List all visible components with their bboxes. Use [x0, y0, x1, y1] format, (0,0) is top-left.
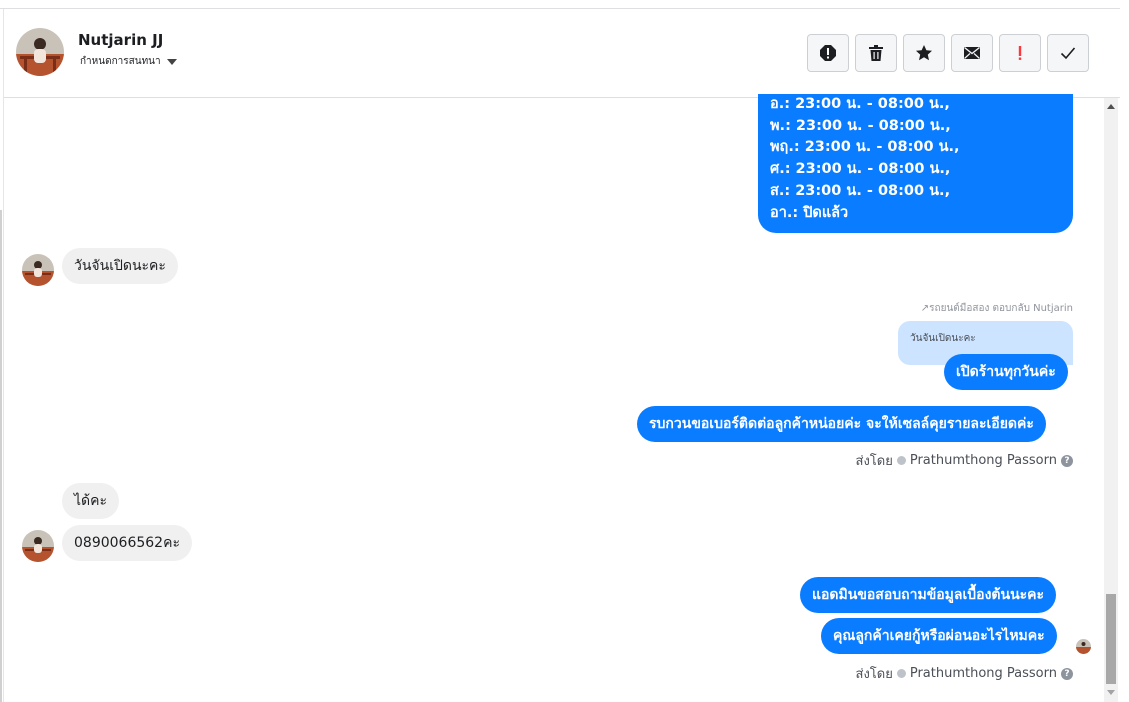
sent-by-label: ส่งโดย	[855, 454, 893, 469]
agent-name-link[interactable]: Prathumthong Passorn	[910, 666, 1057, 681]
incoming-message[interactable]: วันจันเปิดนะคะ	[62, 248, 178, 284]
incoming-message[interactable]: ได้คะ	[62, 483, 120, 519]
star-button[interactable]	[903, 34, 945, 72]
agent-name-link[interactable]: Prathumthong Passorn	[910, 453, 1057, 468]
mail-icon	[964, 46, 980, 59]
conversation-header: Nutjarin JJ กำหนดการสนทนา	[4, 9, 1120, 98]
help-icon[interactable]: ?	[1061, 667, 1073, 680]
email-button[interactable]	[951, 34, 993, 72]
outgoing-message[interactable]: แอดมินขอสอบถามข้อมูลเบื้องต้นนะคะ	[800, 577, 1057, 613]
incoming-message[interactable]: 0890066562คะ	[62, 525, 192, 561]
opening-hours-message: อ.: 23:00 น. - 08:00 น., พ.: 23:00 น. - …	[758, 94, 1073, 233]
hours-line: พ.: 23:00 น. - 08:00 น.,	[770, 117, 951, 134]
hours-line: พฤ.: 23:00 น. - 08:00 น.,	[770, 139, 960, 156]
contact-avatar[interactable]	[16, 28, 64, 76]
report-button[interactable]	[807, 34, 849, 72]
seen-avatar	[1076, 639, 1091, 654]
help-icon[interactable]: ?	[1061, 454, 1073, 467]
header-actions	[807, 34, 1089, 72]
star-icon	[916, 45, 932, 61]
agent-status-icon	[896, 669, 906, 678]
conversation-settings-label: กำหนดการสนทนา	[80, 56, 161, 67]
hours-line: อา.: ปิดแล้ว	[770, 204, 849, 221]
check-icon	[1060, 47, 1076, 60]
right-gutter	[1120, 0, 1129, 702]
exclamation-icon	[1018, 46, 1022, 60]
sender-avatar[interactable]	[22, 530, 54, 562]
outgoing-message[interactable]: คุณลูกค้าเคยกู้หรือผ่อนอะไรไหมคะ	[821, 618, 1057, 654]
report-icon	[820, 45, 836, 61]
left-panel-divider	[0, 210, 2, 702]
mark-important-button[interactable]	[999, 34, 1041, 72]
mark-done-button[interactable]	[1047, 34, 1089, 72]
delete-button[interactable]	[855, 34, 897, 72]
arrow-down-icon	[1107, 689, 1115, 695]
scrollbar-thumb[interactable]	[1106, 594, 1116, 684]
hours-line: ศ.: 23:00 น. - 08:00 น.,	[770, 161, 951, 178]
reply-arrow-icon: ↗	[920, 303, 930, 314]
sent-by-info: ส่งโดย Prathumthong Passorn ?	[856, 450, 1073, 471]
reply-meta: ↗รถยนต์มือสอง ตอบกลับ Nutjarin	[921, 301, 1073, 316]
sender-avatar[interactable]	[22, 254, 54, 286]
sent-by-info: ส่งโดย Prathumthong Passorn ?	[856, 663, 1073, 684]
caret-down-icon	[166, 58, 177, 65]
scroll-up-button[interactable]	[1104, 98, 1118, 114]
hours-line: ส.: 23:00 น. - 08:00 น.,	[770, 182, 951, 199]
hours-line: อ.: 23:00 น. - 08:00 น.,	[770, 96, 950, 112]
conversation-settings-dropdown[interactable]: กำหนดการสนทนา	[80, 54, 177, 69]
contact-name[interactable]: Nutjarin JJ	[78, 31, 163, 49]
reply-meta-text: รถยนต์มือสอง ตอบกลับ Nutjarin	[929, 303, 1073, 314]
outgoing-message[interactable]: รบกวนขอเบอร์ติดต่อลูกค้าหน่อยค่ะ จะให้เซ…	[637, 406, 1046, 442]
top-border	[0, 0, 1120, 9]
agent-status-icon	[896, 456, 906, 465]
outgoing-message[interactable]: เปิดร้านทุกวันค่ะ	[944, 354, 1068, 390]
sent-by-label: ส่งโดย	[855, 667, 893, 682]
messenger-window: Nutjarin JJ กำหนดการสนทนา อ.: 23:00 น. -…	[0, 0, 1129, 702]
arrow-up-icon	[1107, 103, 1115, 109]
scroll-down-button[interactable]	[1104, 684, 1118, 700]
trash-icon	[869, 45, 883, 61]
